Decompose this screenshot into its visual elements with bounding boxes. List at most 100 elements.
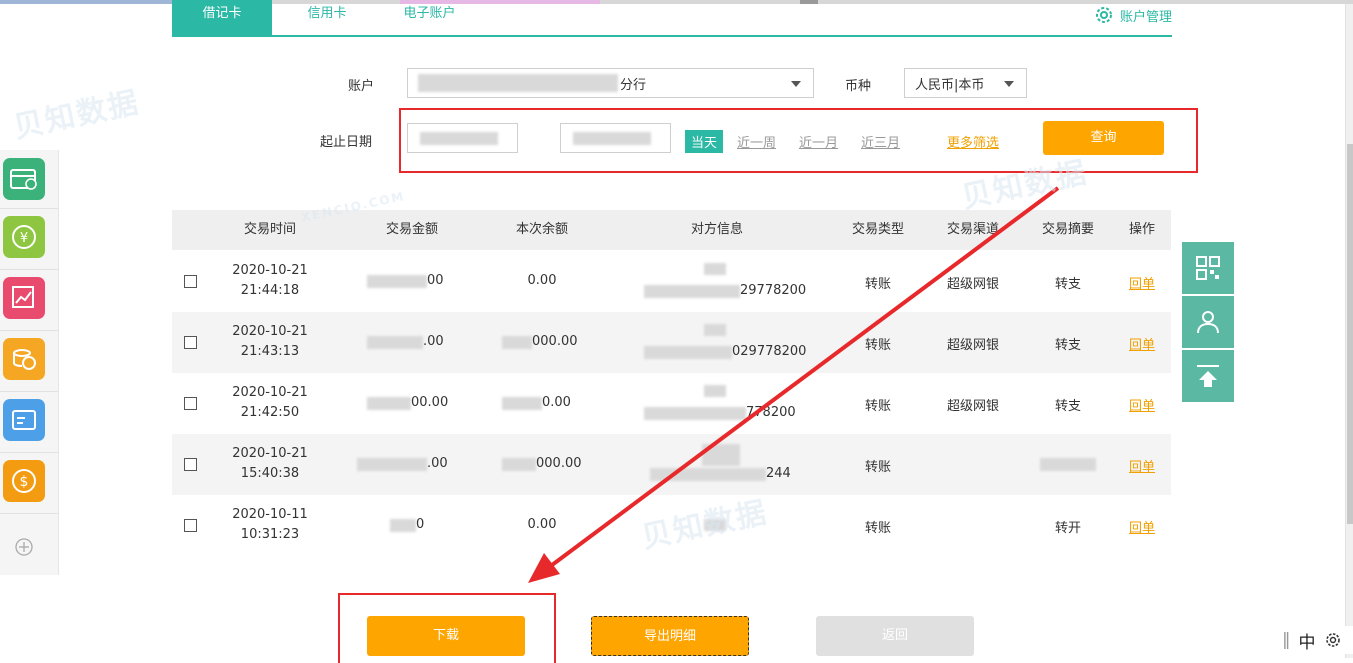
card-list-icon <box>12 410 36 430</box>
qrcode-icon <box>1196 256 1220 280</box>
row-checkbox[interactable] <box>184 336 197 349</box>
row-time: 21:43:13 <box>240 344 300 359</box>
receipt-link[interactable]: 回单 <box>1117 456 1167 475</box>
column-header: 本次余额 <box>515 222 568 237</box>
annotation-box-download <box>338 593 556 663</box>
trend-chart-icon <box>12 286 34 308</box>
currency-label: 币种 <box>845 79 872 94</box>
sidebar-item-coins[interactable] <box>3 338 45 380</box>
account-label: 账户 <box>348 79 375 94</box>
user-group-icon <box>1197 311 1219 334</box>
row-amount: 00 <box>427 273 444 288</box>
column-header: 对方信息 <box>690 222 743 237</box>
sidebar-item-transfer[interactable]: ¥ <box>3 216 45 258</box>
account-manage-link[interactable]: 账户管理 <box>1094 0 1172 30</box>
chevron-down-icon <box>791 81 801 87</box>
row-checkbox[interactable] <box>184 458 197 471</box>
row-date: 2020-10-21 <box>232 385 308 400</box>
customer-service-button[interactable] <box>1182 296 1234 348</box>
gear-icon <box>1325 633 1340 647</box>
account-branch-text: 分行 <box>620 77 647 93</box>
table-row: 2020-10-21 21:44:18 00 0.00 29778200 转账 … <box>172 251 1171 312</box>
account-number-redacted <box>418 74 618 92</box>
column-header: 操作 <box>1128 222 1155 237</box>
row-checkbox[interactable] <box>184 397 197 410</box>
row-balance: 0.00 <box>542 395 571 410</box>
column-header: 交易渠道 <box>946 222 999 237</box>
ime-language: 中 <box>1298 632 1316 653</box>
row-type: 转账 <box>864 277 891 292</box>
plus-circle-icon <box>15 538 33 556</box>
row-checkbox[interactable] <box>184 519 197 532</box>
right-floating-tools <box>1182 242 1234 402</box>
row-amount: .00 <box>423 334 444 349</box>
export-detail-button[interactable]: 导出明细 <box>591 616 749 656</box>
receipt-link[interactable]: 回单 <box>1117 517 1167 536</box>
qrcode-button[interactable] <box>1182 242 1234 294</box>
chevron-down-icon <box>1004 81 1014 87</box>
row-party: 29778200 <box>740 283 807 298</box>
row-summary-redacted <box>1040 458 1096 471</box>
table-row: 2020-10-21 15:40:38 .00 000.00 244 转账 回单 <box>172 434 1171 495</box>
card-tabs: 借记卡 信用卡 电子账户 账户管理 <box>172 0 1172 37</box>
row-party: 778200 <box>746 405 796 420</box>
row-balance: 0.00 <box>527 273 557 288</box>
row-checkbox[interactable] <box>184 275 197 288</box>
row-time: 10:31:23 <box>240 527 300 542</box>
column-header: 交易摘要 <box>1041 222 1094 237</box>
sidebar-item-cards[interactable] <box>3 158 45 200</box>
tab-e-account[interactable]: 电子账户 <box>397 0 462 35</box>
left-sidebar: ¥ $ <box>0 150 59 575</box>
row-amount: 00.00 <box>411 395 449 410</box>
coins-icon <box>13 349 36 370</box>
sidebar-item-dollar[interactable]: $ <box>3 460 45 502</box>
row-date: 2020-10-21 <box>232 446 308 461</box>
date-range-label: 起止日期 <box>320 135 373 150</box>
currency-value: 人民币|本币 <box>915 77 985 93</box>
dollar-icon: $ <box>12 469 36 493</box>
row-type: 转账 <box>864 338 891 353</box>
yuan-cycle-icon: ¥ <box>12 225 36 249</box>
back-button[interactable]: 返回 <box>816 616 974 656</box>
row-type: 转账 <box>864 460 891 475</box>
svg-text:$: $ <box>20 474 29 490</box>
row-summary: 转支 <box>1054 338 1081 353</box>
page-scrollbar[interactable] <box>1345 4 1353 658</box>
tab-credit-card[interactable]: 信用卡 <box>302 0 352 35</box>
row-time: 21:44:18 <box>240 283 300 298</box>
row-summary: 转支 <box>1054 277 1081 292</box>
row-channel: 超级网银 <box>946 277 999 292</box>
row-amount: 0 <box>416 517 425 532</box>
ime-indicator[interactable]: ‖ 中 <box>1278 626 1353 654</box>
table-row: 2020-10-21 21:43:13 .00 000.00 029778200… <box>172 312 1171 373</box>
account-select[interactable]: 分行 <box>407 68 814 98</box>
row-type: 转账 <box>864 521 891 536</box>
row-date: 2020-10-21 <box>232 324 308 339</box>
row-date: 2020-10-11 <box>232 507 308 522</box>
table-row: 2020-10-21 21:42:50 00.00 0.00 778200 转账… <box>172 373 1171 434</box>
column-header: 交易类型 <box>851 222 904 237</box>
back-to-top-button[interactable] <box>1182 350 1234 402</box>
row-summary: 转支 <box>1054 399 1081 414</box>
svg-text:¥: ¥ <box>20 231 28 246</box>
gear-icon <box>1095 7 1112 23</box>
row-party: 029778200 <box>732 344 807 359</box>
receipt-link[interactable]: 回单 <box>1117 273 1167 292</box>
row-party: 244 <box>766 466 791 481</box>
sidebar-item-trend[interactable] <box>3 277 45 319</box>
receipt-link[interactable]: 回单 <box>1117 395 1167 414</box>
arrow-up-icon <box>1197 365 1219 387</box>
row-time: 21:42:50 <box>240 405 300 420</box>
tab-debit-card[interactable]: 借记卡 <box>172 0 272 35</box>
sidebar-add-button[interactable] <box>3 526 45 568</box>
account-manage-label: 账户管理 <box>1119 9 1172 25</box>
row-summary: 转开 <box>1054 521 1081 536</box>
row-amount: .00 <box>427 456 448 471</box>
row-type: 转账 <box>864 399 891 414</box>
row-balance: 000.00 <box>536 456 582 471</box>
receipt-link[interactable]: 回单 <box>1117 334 1167 353</box>
sidebar-item-bill[interactable] <box>3 399 45 441</box>
currency-select[interactable]: 人民币|本币 <box>904 68 1027 98</box>
wallet-card-icon <box>10 169 37 190</box>
row-channel: 超级网银 <box>946 338 999 353</box>
